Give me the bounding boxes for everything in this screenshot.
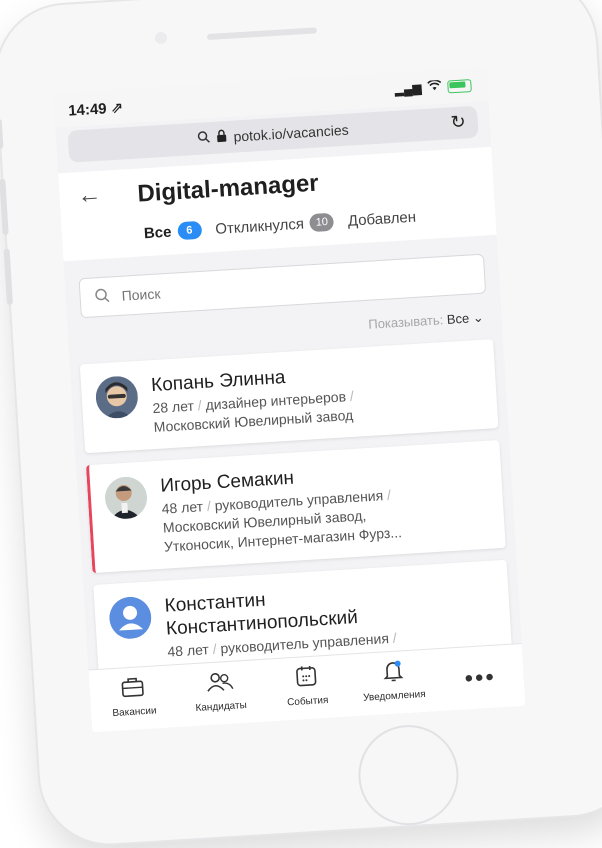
separator: / (197, 397, 202, 413)
filter-value[interactable]: Все ⌄ (446, 310, 484, 327)
nav-notifications[interactable]: Уведомления (352, 650, 435, 705)
separator: / (386, 487, 391, 503)
tab-all[interactable]: Все 6 (143, 221, 202, 242)
nav-events-label: События (287, 695, 329, 708)
nav-events[interactable]: События (265, 655, 348, 710)
filter-label: Показывать: (368, 312, 444, 332)
back-arrow-icon[interactable]: ← (77, 181, 103, 210)
tab-all-count: 6 (177, 221, 202, 240)
briefcase-icon (120, 675, 146, 703)
nav-candidates-label: Кандидаты (195, 700, 247, 714)
volume-down-button (4, 249, 13, 305)
separator: / (392, 630, 397, 646)
tab-responded[interactable]: Откликнулся 10 (215, 213, 335, 238)
search-icon (197, 130, 211, 147)
tab-all-label: Все (143, 223, 172, 242)
mute-switch (0, 119, 3, 149)
candidate-age: 28 лет (152, 398, 194, 416)
nav-more[interactable]: ••• (438, 644, 521, 695)
status-time: 14:49 ⇗ (68, 98, 124, 119)
system-icons: ▂▄▆ (394, 78, 472, 97)
home-button[interactable] (356, 722, 462, 828)
url-text: potok.io/vacancies (233, 122, 349, 145)
nav-candidates[interactable]: Кандидаты (178, 660, 261, 715)
nav-notifications-label: Уведомления (363, 689, 426, 704)
tab-added[interactable]: Добавлен (347, 208, 416, 230)
wifi-icon (427, 80, 442, 95)
front-camera (155, 32, 168, 45)
nav-vacancies[interactable]: Вакансии (92, 665, 175, 720)
nav-vacancies-label: Вакансии (112, 705, 157, 719)
battery-icon (447, 79, 472, 93)
avatar-placeholder (108, 596, 152, 640)
tab-responded-label: Откликнулся (215, 215, 305, 237)
tab-added-label: Добавлен (347, 208, 416, 229)
volume-up-button (0, 179, 9, 235)
separator: / (206, 498, 211, 514)
page-title: Digital-manager (137, 170, 320, 209)
more-icon: ••• (463, 654, 496, 694)
phone-screen: 14:49 ⇗ ▂▄▆ potok.io/vacancies ↻ ← Di (53, 67, 525, 732)
separator: / (212, 641, 217, 657)
phone-frame: 14:49 ⇗ ▂▄▆ potok.io/vacancies ↻ ← Di (0, 0, 602, 848)
lock-icon (216, 129, 228, 146)
avatar (95, 375, 139, 419)
avatar (104, 476, 148, 520)
calendar-icon (294, 665, 320, 693)
tab-responded-count: 10 (309, 213, 334, 232)
bell-icon (380, 659, 406, 687)
separator: / (349, 388, 354, 404)
people-icon (205, 670, 235, 699)
candidate-age: 48 лет (161, 498, 203, 516)
earpiece-speaker (207, 27, 317, 40)
search-icon (94, 288, 110, 307)
signal-icon: ▂▄▆ (394, 81, 422, 97)
candidate-age: 48 лет (167, 641, 209, 659)
reload-icon[interactable]: ↻ (450, 111, 466, 133)
candidate-card[interactable]: Игорь Семакин 48 лет / руководитель упра… (86, 440, 506, 573)
